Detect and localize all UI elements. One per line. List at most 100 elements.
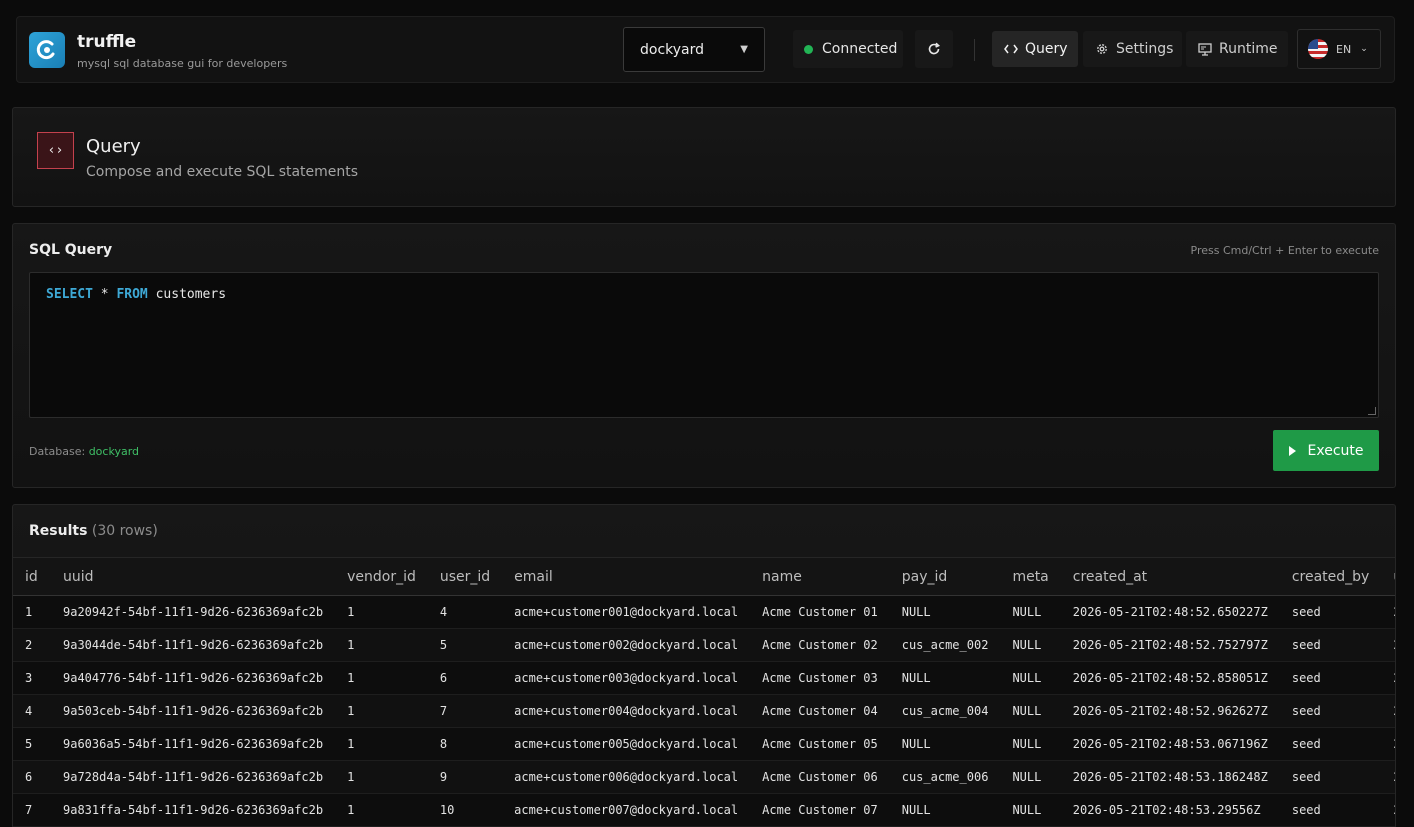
table-cell-id: 2 (13, 628, 51, 662)
column-header-pay-id[interactable]: pay_id (889, 557, 1001, 596)
table-cell-meta: NULL (1000, 628, 1061, 662)
table-cell-meta: NULL (1000, 595, 1061, 629)
execute-label: Execute (1307, 442, 1364, 459)
column-header-user-id[interactable]: user_id (427, 557, 503, 596)
table-cell-created-at: 2026-05-21T02:48:53.29556Z (1060, 793, 1280, 827)
table-cell-email: acme+customer006@dockyard.local (502, 760, 751, 794)
table-cell-name: Acme Customer 01 (750, 595, 890, 629)
table-cell-updated-at: 2026 (1381, 628, 1395, 662)
table-cell-name: Acme Customer 05 (750, 727, 890, 761)
table-cell-vendor-id: 1 (335, 793, 428, 827)
table-cell-email: acme+customer004@dockyard.local (502, 694, 751, 728)
table-cell-uuid: 9a3044de-54bf-11f1-9d26-6236369afc2b (51, 628, 336, 662)
table-cell-created-at: 2026-05-21T02:48:52.752797Z (1060, 628, 1280, 662)
nav-query-label: Query (1025, 41, 1068, 57)
sql-keyword: FROM (116, 287, 148, 302)
table-cell-created-by: seed (1279, 628, 1382, 662)
table-cell-updated-at: 2026 (1381, 694, 1395, 728)
table-cell-updated-at: 2026 (1381, 793, 1395, 827)
table-row[interactable]: 2 9a3044de-54bf-11f1-9d26-6236369afc2b 1 5 a… (13, 628, 1395, 662)
table-cell-meta: NULL (1000, 793, 1061, 827)
monitor-icon (1198, 42, 1212, 56)
refresh-button[interactable] (915, 30, 953, 68)
database-value: dockyard (88, 445, 140, 458)
nav-settings[interactable]: Settings (1083, 31, 1182, 67)
database-select[interactable]: dockyard ▼ (623, 27, 765, 72)
results-label: Results (29, 523, 88, 539)
language-select[interactable]: EN ⌄ (1297, 29, 1381, 69)
column-header-email[interactable]: email (502, 557, 751, 596)
column-header-updated-at[interactable]: updated_at (1381, 557, 1395, 596)
table-cell-created-by: seed (1279, 793, 1382, 827)
table-cell-id: 5 (13, 727, 51, 761)
table-cell-created-at: 2026-05-21T02:48:53.067196Z (1060, 727, 1280, 761)
table-header-row: id uuid vendor_id user_id email name pay_id met… (13, 557, 1395, 596)
table-cell-meta: NULL (1000, 760, 1061, 794)
table-cell-created-at: 2026-05-21T02:48:52.962627Z (1060, 694, 1280, 728)
results-table: id uuid vendor_id user_id email name pay_id met… (13, 557, 1395, 827)
table-cell-user-id: 4 (427, 595, 503, 629)
table-cell-id: 1 (13, 595, 51, 629)
column-header-name[interactable]: name (750, 557, 890, 596)
table-cell-user-id: 10 (427, 793, 503, 827)
sql-editor[interactable]: SELECT * FROM customers (29, 272, 1379, 418)
table-cell-email: acme+customer002@dockyard.local (502, 628, 751, 662)
table-cell-name: Acme Customer 07 (750, 793, 890, 827)
sql-query-title: SQL Query (29, 242, 113, 258)
table-cell-created-by: seed (1279, 661, 1382, 695)
code-icon: ‹› (37, 132, 74, 169)
table-cell-name: Acme Customer 04 (750, 694, 890, 728)
table-cell-pay-id: NULL (889, 595, 1001, 629)
table-cell-email: acme+customer003@dockyard.local (502, 661, 751, 695)
gear-icon (1095, 42, 1109, 56)
app-tagline: mysql sql database gui for developers (77, 57, 288, 70)
table-cell-created-by: seed (1279, 727, 1382, 761)
page-subtitle: Compose and execute SQL statements (86, 164, 359, 180)
page-title: Query (86, 136, 141, 157)
chevron-down-icon: ⌄ (1360, 44, 1368, 54)
table-cell-pay-id: cus_acme_004 (889, 694, 1001, 728)
table-cell-name: Acme Customer 06 (750, 760, 890, 794)
execute-button[interactable]: Execute (1273, 430, 1379, 471)
column-header-uuid[interactable]: uuid (51, 557, 336, 596)
column-header-id[interactable]: id (13, 557, 51, 596)
truffle-logo-icon (29, 32, 65, 68)
table-row[interactable]: 1 9a20942f-54bf-11f1-9d26-6236369afc2b 1 4 a… (13, 595, 1395, 629)
column-header-vendor-id[interactable]: vendor_id (335, 557, 428, 596)
results-table-wrapper[interactable]: id uuid vendor_id user_id email name pay_id met… (13, 557, 1395, 827)
page-header: ‹› Query Compose and execute SQL stateme… (12, 107, 1396, 207)
table-cell-id: 4 (13, 694, 51, 728)
table-cell-pay-id: NULL (889, 727, 1001, 761)
nav-runtime-label: Runtime (1219, 41, 1278, 57)
table-cell-meta: NULL (1000, 694, 1061, 728)
table-row[interactable]: 7 9a831ffa-54bf-11f1-9d26-6236369afc2b 1 10… (13, 793, 1395, 827)
divider (974, 39, 975, 61)
table-row[interactable]: 5 9a6036a5-54bf-11f1-9d26-6236369afc2b 1 8 a… (13, 727, 1395, 761)
column-header-created-at[interactable]: created_at (1060, 557, 1280, 596)
status-label: Connected (822, 41, 898, 57)
results-panel: Results (30 rows) id uuid vendor_id user_id… (12, 504, 1396, 827)
table-cell-uuid: 9a728d4a-54bf-11f1-9d26-6236369afc2b (51, 760, 336, 794)
column-header-meta[interactable]: meta (1000, 557, 1061, 596)
table-cell-name: Acme Customer 03 (750, 661, 890, 695)
table-cell-uuid: 9a20942f-54bf-11f1-9d26-6236369afc2b (51, 595, 336, 629)
table-cell-uuid: 9a831ffa-54bf-11f1-9d26-6236369afc2b (51, 793, 336, 827)
table-cell-created-at: 2026-05-21T02:48:53.186248Z (1060, 760, 1280, 794)
table-row[interactable]: 3 9a404776-54bf-11f1-9d26-6236369afc2b 1 6 a… (13, 661, 1395, 695)
table-cell-email: acme+customer007@dockyard.local (502, 793, 751, 827)
table-cell-updated-at: 2026 (1381, 727, 1395, 761)
app-name: truffle (77, 32, 137, 52)
top-bar: truffle mysql sql database gui for devel… (16, 16, 1395, 83)
table-row[interactable]: 4 9a503ceb-54bf-11f1-9d26-6236369afc2b 1 7 a… (13, 694, 1395, 728)
table-cell-email: acme+customer001@dockyard.local (502, 595, 751, 629)
table-cell-created-by: seed (1279, 760, 1382, 794)
column-header-created-by[interactable]: created_by (1279, 557, 1382, 596)
table-row[interactable]: 6 9a728d4a-54bf-11f1-9d26-6236369afc2b 1 9 a… (13, 760, 1395, 794)
table-cell-email: acme+customer005@dockyard.local (502, 727, 751, 761)
nav-runtime[interactable]: Runtime (1186, 31, 1288, 67)
resize-handle[interactable] (1368, 407, 1376, 415)
table-cell-meta: NULL (1000, 661, 1061, 695)
nav-query[interactable]: Query (992, 31, 1078, 67)
table-cell-name: Acme Customer 02 (750, 628, 890, 662)
sql-keyword: SELECT (46, 287, 93, 302)
